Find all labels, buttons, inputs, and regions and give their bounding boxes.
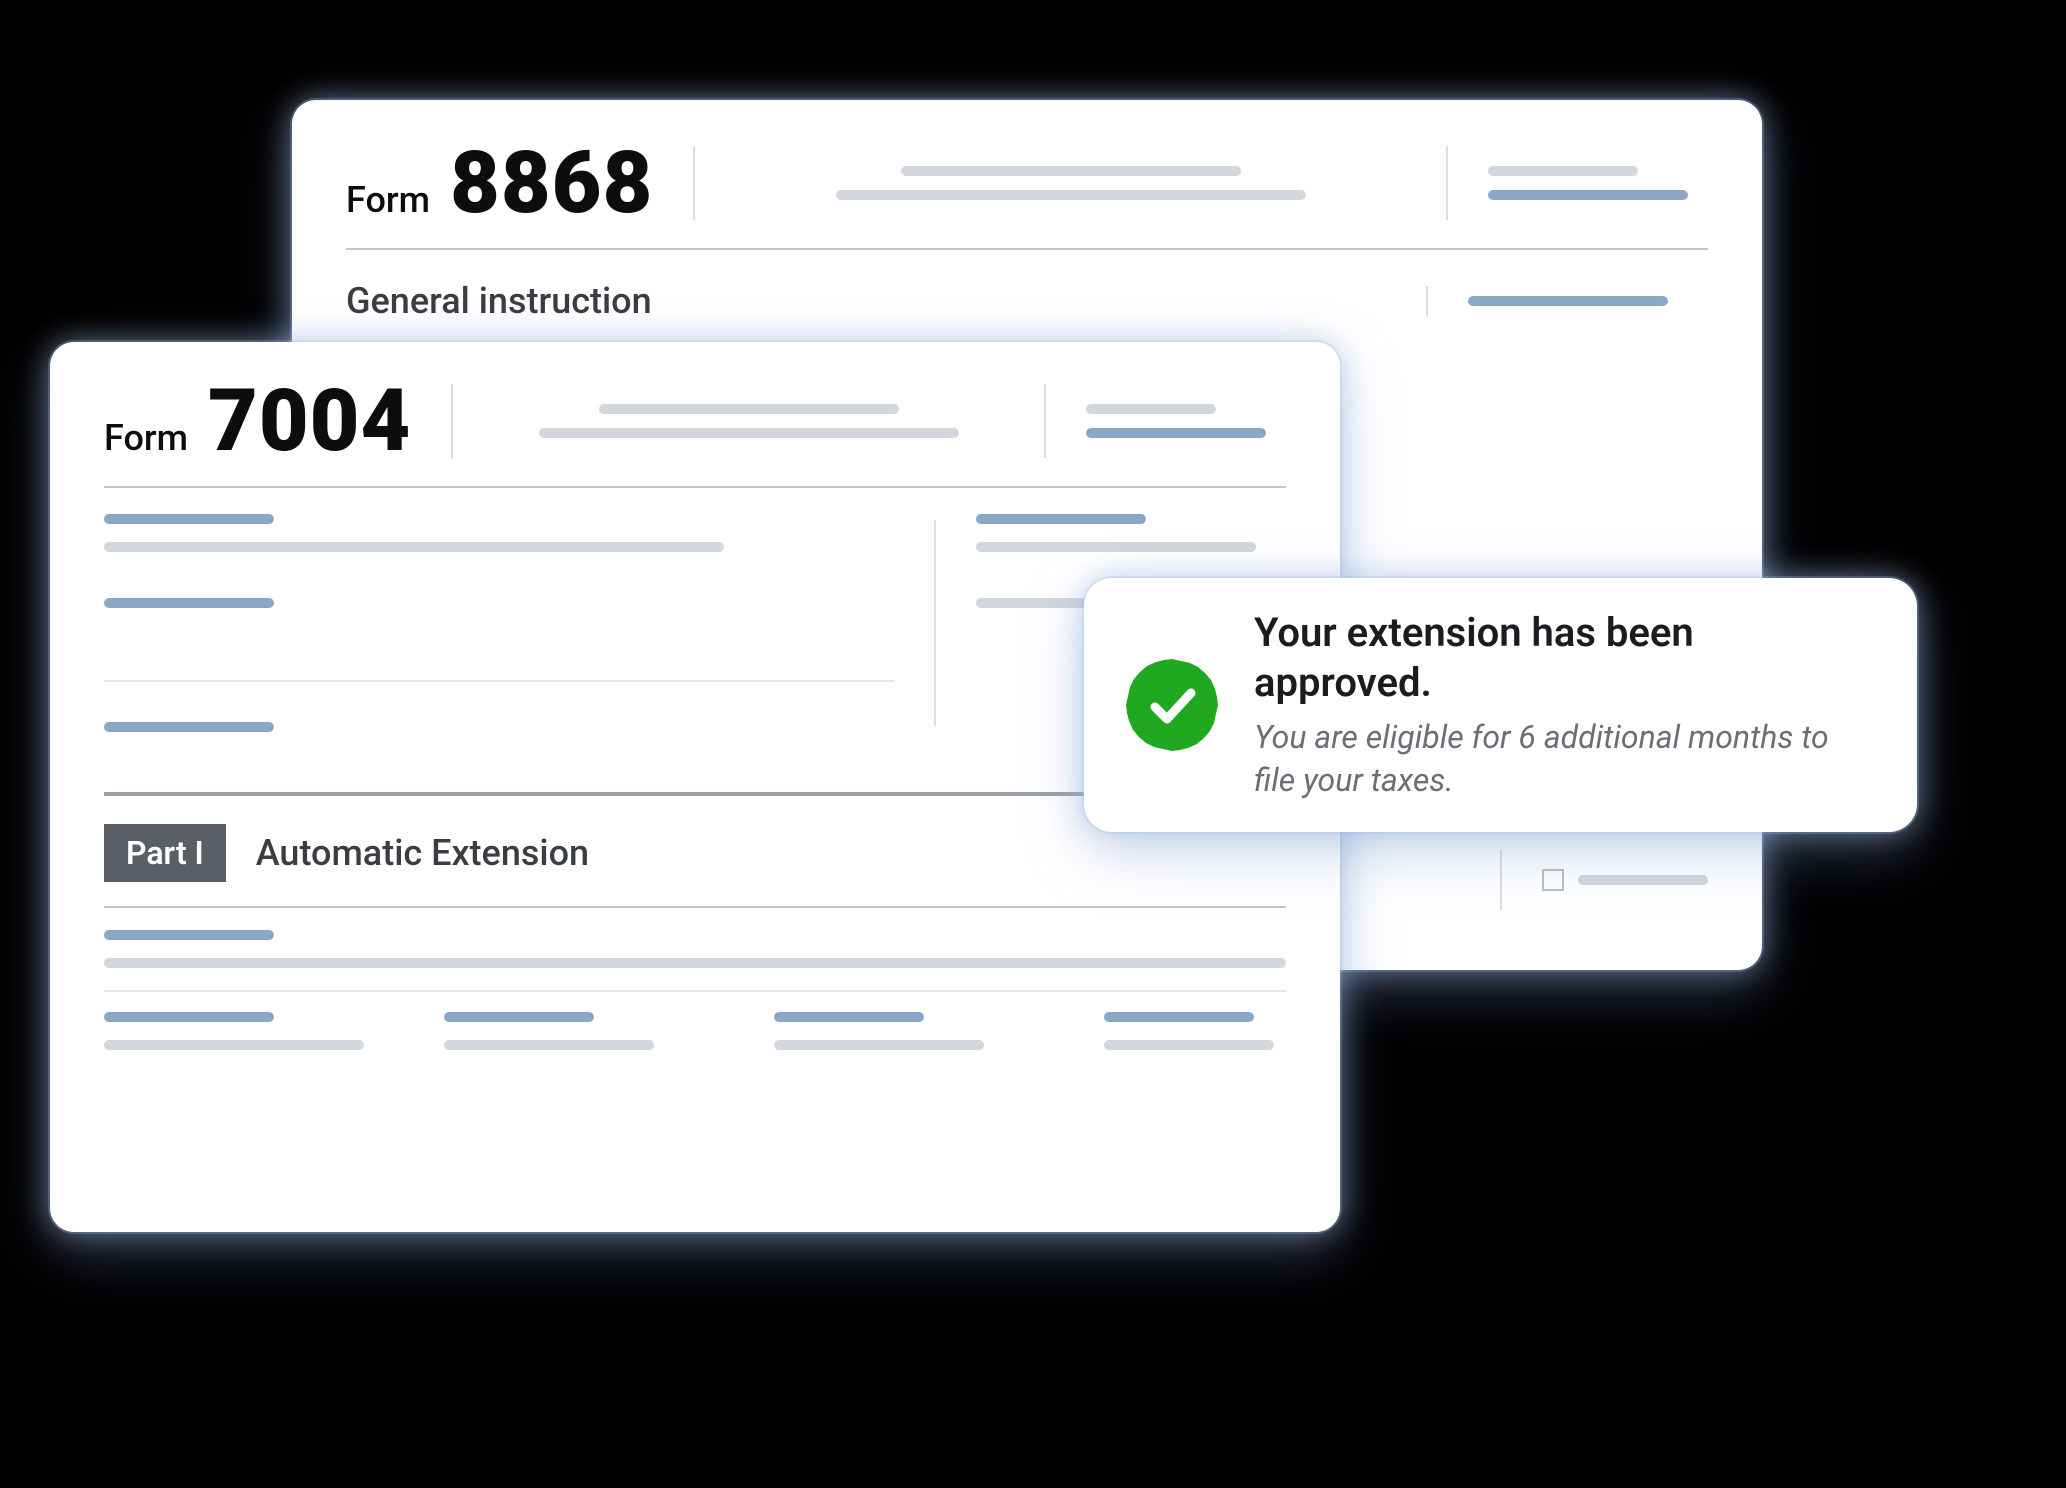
form-8868-number: 8868 (450, 140, 653, 226)
toast-subtitle: You are eligible for 6 additional months… (1254, 716, 1873, 802)
placeholder-line (1488, 166, 1638, 176)
form-8868-section-row: General instruction (346, 280, 1708, 322)
placeholder-line (104, 930, 274, 940)
divider-line (104, 990, 1286, 992)
placeholder-line (836, 190, 1306, 200)
placeholder-line (104, 958, 1286, 968)
placeholder-line (1086, 428, 1266, 438)
placeholder-group (444, 1012, 694, 1050)
form-8868-header: Form 8868 (346, 140, 1708, 226)
divider (1426, 286, 1428, 316)
placeholder-group (104, 930, 1286, 968)
checkbox-placeholder (1542, 869, 1564, 891)
placeholder-group (1488, 140, 1708, 226)
placeholder-line (104, 514, 274, 524)
form-7004-label: Form (104, 417, 188, 459)
placeholder-group (1468, 280, 1708, 322)
divider (1500, 850, 1502, 910)
divider (693, 146, 695, 220)
placeholder-line (104, 542, 724, 552)
placeholder-line (1488, 190, 1688, 200)
placeholder-line (104, 1040, 364, 1050)
placeholder-line (1104, 1012, 1254, 1022)
divider (451, 384, 453, 458)
placeholder-group (493, 378, 1004, 464)
placeholder-line (774, 1040, 984, 1050)
placeholder-line (444, 1040, 654, 1050)
placeholder-group (1086, 378, 1286, 464)
divider (1446, 146, 1448, 220)
placeholder-group (104, 514, 894, 732)
placeholder-line (104, 598, 274, 608)
placeholder-line (901, 166, 1241, 176)
part-badge: Part I (104, 824, 226, 882)
toast-text: Your extension has been approved. You ar… (1254, 608, 1873, 802)
placeholder-group (774, 1012, 1024, 1050)
placeholder-line (976, 542, 1256, 552)
divider-line (346, 248, 1708, 250)
form-7004-header: Form 7004 (104, 378, 1286, 464)
form-8868-section-title: General instruction (346, 280, 1386, 322)
placeholder-group (735, 140, 1406, 226)
form-7004-title-block: Form 7004 (104, 378, 411, 464)
form-8868-title-block: Form 8868 (346, 140, 653, 226)
divider-line (104, 486, 1286, 488)
placeholder-line (1578, 875, 1708, 885)
placeholder-group (1104, 1012, 1304, 1050)
success-icon (1122, 655, 1222, 755)
form-7004-footer-row (104, 1012, 1286, 1050)
placeholder-line (104, 1012, 274, 1022)
placeholder-line (1086, 404, 1216, 414)
placeholder-line (774, 1012, 924, 1022)
placeholder-group (104, 1012, 364, 1050)
divider-line (104, 680, 894, 682)
divider-line (104, 906, 1286, 908)
placeholder-line (444, 1012, 594, 1022)
divider (1044, 384, 1046, 458)
toast-title: Your extension has been approved. (1254, 608, 1873, 708)
approval-toast: Your extension has been approved. You ar… (1084, 578, 1917, 832)
form-7004-part-row: Part I Automatic Extension (104, 824, 1286, 882)
placeholder-line (104, 722, 274, 732)
divider (934, 520, 936, 726)
form-8868-label: Form (346, 179, 430, 221)
placeholder-line (539, 428, 959, 438)
placeholder-line (1104, 1040, 1274, 1050)
placeholder-line (976, 514, 1146, 524)
part-title: Automatic Extension (256, 832, 589, 874)
placeholder-group (1500, 844, 1708, 916)
placeholder-line (599, 404, 899, 414)
form-7004-number: 7004 (208, 378, 411, 464)
placeholder-line (1468, 296, 1668, 306)
